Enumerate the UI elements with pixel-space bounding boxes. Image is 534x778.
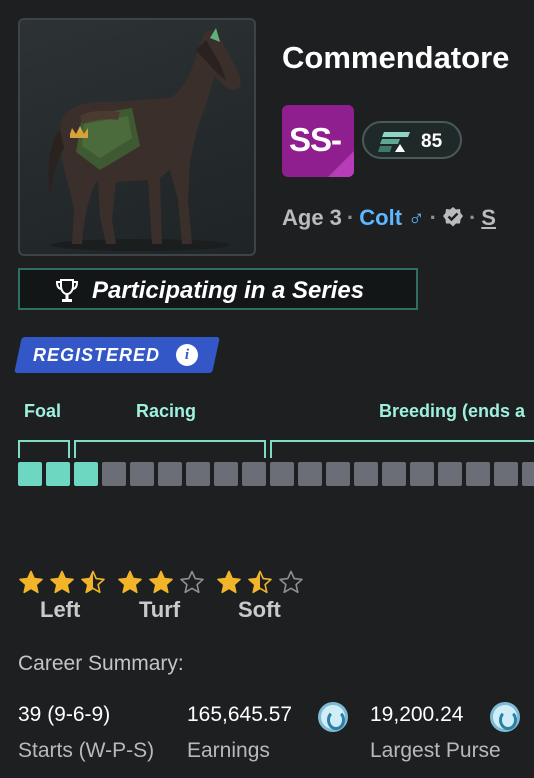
largest-purse-label: Largest Purse — [370, 739, 501, 762]
lifecycle-cell — [18, 462, 42, 486]
earnings-label: Earnings — [187, 739, 270, 762]
horse-name: Commendatore — [282, 40, 510, 75]
truncated-info: S — [481, 205, 496, 230]
lifecycle-cell — [186, 462, 210, 486]
rating-value: 85 — [421, 131, 443, 152]
horse-illustration — [48, 28, 241, 251]
phase-breeding: Breeding (ends a — [379, 401, 526, 421]
racing-bracket — [74, 440, 266, 458]
star-icon — [19, 570, 43, 594]
preference-label: Turf — [139, 597, 181, 622]
largest-purse-value: 19,200.24 — [370, 703, 464, 726]
age-label: Age 3 — [282, 205, 342, 230]
lifecycle-cell — [522, 462, 534, 486]
breeding-bracket — [270, 440, 534, 458]
sex-label: Colt — [359, 205, 403, 230]
star-icon — [81, 570, 105, 594]
foal-bracket — [18, 440, 70, 458]
star-icon — [248, 570, 272, 594]
star-icon — [50, 570, 74, 594]
star-icon — [118, 570, 142, 594]
phase-racing: Racing — [136, 401, 197, 421]
horse-info-line: Age 3 · Colt ♂ · · S — [282, 205, 496, 230]
star-icon — [180, 570, 204, 594]
rating-icon — [378, 132, 410, 152]
starts-label: Starts (W-P-S) — [18, 739, 155, 762]
series-banner[interactable]: Participating in a Series — [18, 268, 418, 310]
preference-label: Soft — [238, 597, 281, 622]
lifecycle-cell — [214, 462, 238, 486]
lifecycle-cell — [102, 462, 126, 486]
coin-icon — [318, 702, 348, 732]
star-icon — [217, 570, 241, 594]
male-icon: ♂ — [408, 205, 425, 230]
registered-label: REGISTERED — [33, 345, 161, 365]
earnings-value: 165,645.57 — [187, 703, 293, 726]
lifecycle-cell — [410, 462, 434, 486]
lifecycle-cell — [242, 462, 266, 486]
series-label: Participating in a Series — [92, 277, 365, 304]
lifecycle-cell — [354, 462, 378, 486]
lifecycle-cell — [438, 462, 462, 486]
grade-badge: SS- — [282, 105, 354, 177]
lifecycle-cell — [270, 462, 294, 486]
lifecycle-cell — [466, 462, 490, 486]
starts-value: 39 (9-6-9) — [18, 703, 111, 726]
star-icon — [279, 570, 303, 594]
lifecycle-cell — [158, 462, 182, 486]
star-icon — [149, 570, 173, 594]
lifecycle-cell — [130, 462, 154, 486]
lifecycle-cell — [74, 462, 98, 486]
lifecycle-cell — [494, 462, 518, 486]
career-summary-title: Career Summary: — [18, 652, 184, 675]
info-icon[interactable]: i — [176, 344, 198, 366]
rating-pill[interactable]: 85 — [362, 121, 462, 159]
coin-icon — [490, 702, 520, 732]
phase-foal: Foal — [24, 401, 62, 421]
lifecycle-cell — [298, 462, 322, 486]
trophy-icon — [56, 279, 78, 302]
lifecycle-cell — [46, 462, 70, 486]
grade-fold — [328, 151, 354, 177]
lifecycle-cell — [382, 462, 406, 486]
horse-image — [18, 18, 256, 256]
preference-label: Left — [40, 597, 81, 622]
verified-icon — [442, 207, 463, 227]
lifecycle-cell — [326, 462, 350, 486]
